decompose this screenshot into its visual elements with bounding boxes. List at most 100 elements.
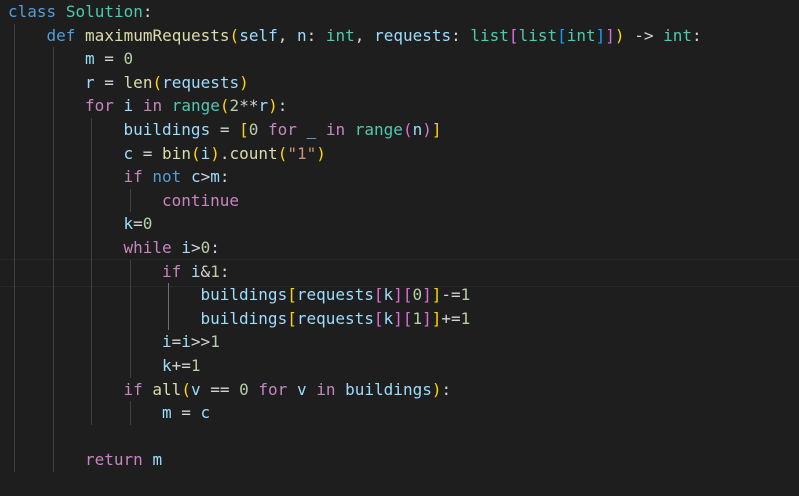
- code-token: >: [200, 167, 211, 187]
- code-line[interactable]: def maximumRequests(self, n: int, reques…: [47, 24, 702, 48]
- code-editor[interactable]: class Solution: def maximumRequests(self,…: [0, 0, 799, 496]
- code-token: 1: [412, 308, 423, 328]
- code-token: ,: [354, 25, 375, 45]
- code-line[interactable]: if all(v == 0 for v in buildings):: [124, 378, 452, 402]
- code-token: (: [181, 379, 191, 399]
- code-token: continue: [162, 190, 240, 210]
- code-token: if: [123, 379, 143, 399]
- code-token: i: [200, 143, 211, 163]
- code-line[interactable]: return m: [85, 448, 162, 472]
- code-token: =: [171, 332, 182, 352]
- indent-guide: [14, 23, 15, 472]
- code-token: 0: [142, 214, 153, 234]
- code-token: buildings: [200, 308, 288, 328]
- code-token: :: [210, 238, 220, 257]
- code-line[interactable]: if not c>m:: [124, 165, 230, 189]
- code-line[interactable]: while i>0:: [124, 236, 220, 260]
- code-line[interactable]: buildings[requests[k][0]]-=1: [201, 283, 471, 307]
- code-token: if: [123, 167, 143, 187]
- code-token: bin: [162, 143, 191, 163]
- code-token: 1: [210, 261, 220, 281]
- code-token: for: [258, 379, 288, 399]
- code-token: ]: [595, 25, 606, 45]
- code-token: list: [470, 25, 509, 45]
- code-token: =: [133, 214, 143, 234]
- code-token: m: [210, 167, 220, 187]
- code-line[interactable]: k+=1: [162, 354, 201, 378]
- code-line[interactable]: buildings[requests[k][1]]+=1: [201, 307, 471, 331]
- code-token: "1": [287, 143, 317, 163]
- code-token: (: [402, 120, 413, 139]
- code-line[interactable]: c = bin(i).count("1"): [124, 142, 326, 166]
- code-token: ]: [605, 25, 615, 45]
- code-token: (: [152, 72, 163, 92]
- code-token: +=: [441, 308, 461, 328]
- code-line[interactable]: m = c: [162, 401, 210, 425]
- code-line[interactable]: r = len(requests): [85, 71, 249, 95]
- code-token: =: [133, 143, 163, 163]
- code-token: Solution: [65, 2, 143, 21]
- code-token: range: [171, 96, 220, 116]
- code-token: 0: [123, 49, 134, 69]
- code-token: _: [306, 120, 317, 139]
- code-token: maximumRequests: [85, 25, 230, 45]
- indent-guide: [168, 283, 169, 331]
- code-token: (: [277, 143, 288, 163]
- code-token: &: [200, 261, 211, 281]
- code-token: len: [123, 72, 153, 92]
- code-line[interactable]: for i in range(2**r):: [85, 94, 287, 118]
- code-token: ->: [624, 25, 664, 45]
- code-token: in: [316, 379, 336, 399]
- code-token: [: [373, 285, 384, 305]
- code-token: ): [422, 120, 432, 139]
- code-token: (: [219, 96, 230, 116]
- code-line[interactable]: i=i>>1: [162, 330, 220, 354]
- code-line[interactable]: continue: [162, 189, 239, 213]
- code-token: requests: [296, 285, 374, 305]
- code-token: ): [614, 25, 625, 45]
- code-token: :: [306, 25, 326, 45]
- code-line[interactable]: class Solution:: [8, 0, 153, 24]
- code-token: ]: [393, 285, 403, 305]
- code-token: >>: [190, 332, 211, 352]
- code-line[interactable]: buildings = [0 for _ in range(n)]: [124, 118, 442, 142]
- code-token: [: [287, 308, 297, 328]
- code-token: ): [268, 96, 278, 116]
- code-token: while: [123, 238, 172, 257]
- code-token: n: [412, 120, 423, 139]
- code-token: =: [210, 120, 240, 139]
- code-token: 1: [460, 285, 471, 305]
- code-token: for: [268, 120, 297, 139]
- code-line[interactable]: m = 0: [85, 47, 133, 71]
- code-token: [: [508, 25, 519, 45]
- code-token: :: [441, 379, 452, 399]
- code-token: ==: [200, 379, 240, 399]
- code-token: ,: [277, 25, 297, 45]
- code-token: =: [94, 72, 124, 92]
- code-line[interactable]: k=0: [124, 212, 153, 236]
- code-token: :: [451, 25, 471, 45]
- code-token: i: [190, 261, 201, 281]
- code-line[interactable]: if i&1:: [162, 260, 229, 284]
- code-token: in: [142, 96, 163, 116]
- code-token: ]: [422, 285, 432, 305]
- code-token: n: [296, 25, 307, 45]
- code-token: .: [219, 143, 230, 163]
- code-token: =: [171, 403, 201, 423]
- code-token: k: [383, 285, 394, 305]
- indent-guide: [129, 188, 131, 213]
- code-token: list: [518, 25, 558, 45]
- indent-guide: [52, 47, 54, 472]
- code-token: :: [142, 2, 153, 21]
- code-token: ]: [393, 308, 403, 328]
- code-token: i: [123, 96, 134, 116]
- code-token: (: [190, 143, 201, 163]
